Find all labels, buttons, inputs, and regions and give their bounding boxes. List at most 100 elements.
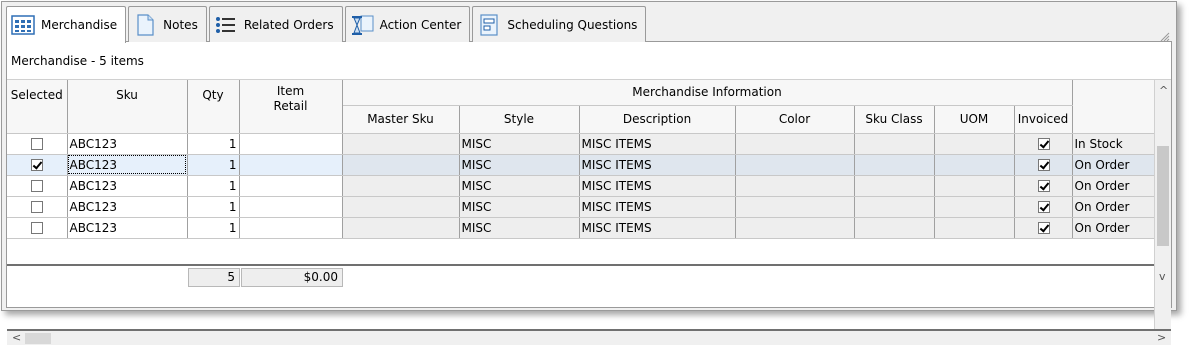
cell-sku[interactable]: ABC123 — [67, 133, 188, 155]
cell-sku[interactable]: ABC123 — [67, 154, 188, 176]
merchandise-panel: Merchandise - 5 items Selected Sku Qty I… — [6, 42, 1172, 345]
table-row[interactable]: ABC123 1 MISC MISC ITEMS On Order — [7, 196, 1155, 218]
tab-merchandise[interactable]: Merchandise — [6, 6, 127, 43]
resize-grip-icon — [1160, 32, 1170, 42]
cell-qty[interactable]: 1 — [187, 154, 240, 176]
cell-style: MISC — [459, 196, 580, 218]
scroll-down-icon[interactable]: v — [1159, 270, 1166, 283]
invoiced-checkbox — [1037, 180, 1050, 192]
cell-master-sku — [342, 133, 460, 155]
cell-sku[interactable]: ABC123 — [67, 175, 188, 197]
hourglass-icon — [350, 13, 374, 37]
vertical-scroll-thumb[interactable] — [1157, 146, 1169, 246]
selected-checkbox[interactable] — [30, 201, 43, 213]
cell-item-retail[interactable] — [239, 175, 343, 197]
cell-sku-class — [854, 196, 935, 218]
cell-uom — [934, 133, 1015, 155]
total-item-retail: $0.00 — [241, 268, 343, 287]
cell-master-sku — [342, 154, 460, 176]
form-icon — [477, 13, 501, 37]
cell-sku[interactable]: ABC123 — [67, 217, 188, 239]
cell-invoiced — [1014, 154, 1073, 176]
horizontal-scrollbar[interactable]: < > — [7, 329, 1171, 345]
selected-checkbox[interactable] — [30, 222, 43, 234]
empty-cell — [67, 238, 187, 252]
empty-cell — [934, 238, 1014, 252]
invoiced-checkbox — [1037, 159, 1050, 171]
cell-selected[interactable] — [7, 175, 68, 197]
tab-notes[interactable]: Notes — [128, 6, 207, 42]
cell-status: On Order — [1072, 175, 1155, 197]
cell-qty[interactable]: 1 — [187, 196, 240, 218]
col-header-color[interactable]: Color — [735, 105, 855, 134]
scroll-up-icon[interactable]: ^ — [1159, 84, 1168, 97]
cell-color — [735, 133, 855, 155]
panel-title: Merchandise - 5 items — [11, 54, 144, 68]
cell-qty[interactable]: 1 — [187, 175, 240, 197]
cell-status: In Stock — [1072, 133, 1155, 155]
table-row[interactable]: ABC123 1 MISC MISC ITEMS On Order — [7, 154, 1155, 176]
tab-label: Related Orders — [243, 17, 334, 32]
horizontal-scroll-thumb[interactable] — [25, 333, 51, 344]
col-header-sku[interactable]: Sku — [67, 80, 188, 134]
cell-qty[interactable]: 1 — [187, 133, 240, 155]
selected-checkbox[interactable] — [30, 159, 43, 171]
table-row[interactable]: ABC123 1 MISC MISC ITEMS In Stock — [7, 133, 1155, 155]
cell-master-sku — [342, 196, 460, 218]
cell-sku[interactable]: ABC123 — [67, 196, 188, 218]
cell-sku-class — [854, 133, 935, 155]
col-header-sku-class[interactable]: Sku Class — [854, 105, 935, 134]
cell-uom — [934, 217, 1015, 239]
cell-description: MISC ITEMS — [579, 175, 736, 197]
cell-invoiced — [1014, 133, 1073, 155]
cell-item-retail[interactable] — [239, 196, 343, 218]
cell-item-retail[interactable] — [239, 217, 343, 239]
cell-selected[interactable] — [7, 217, 68, 239]
scroll-right-icon[interactable]: > — [1157, 331, 1166, 344]
scroll-left-icon[interactable]: < — [12, 331, 21, 344]
cell-master-sku — [342, 217, 460, 239]
list-icon — [214, 13, 238, 37]
table-row[interactable]: ABC123 1 MISC MISC ITEMS On Order — [7, 175, 1155, 197]
cell-selected[interactable] — [7, 133, 68, 155]
merchandise-grid: Selected Sku Qty Item Retail Merchandise… — [7, 79, 1171, 345]
cell-description: MISC ITEMS — [579, 217, 736, 239]
col-header-invoiced[interactable]: Invoiced — [1014, 105, 1073, 134]
cell-color — [735, 175, 855, 197]
col-header-master-sku[interactable]: Master Sku — [342, 105, 460, 134]
col-header-uom[interactable]: UOM — [934, 105, 1015, 134]
cell-invoiced — [1014, 196, 1073, 218]
tab-scheduling-questions[interactable]: Scheduling Questions — [472, 6, 647, 42]
col-header-selected[interactable]: Selected — [7, 80, 68, 134]
col-header-description[interactable]: Description — [579, 105, 736, 134]
cell-invoiced — [1014, 217, 1073, 239]
empty-cell — [239, 238, 342, 252]
note-icon — [133, 13, 157, 37]
cell-style: MISC — [459, 133, 580, 155]
cell-qty[interactable]: 1 — [187, 217, 240, 239]
vertical-scrollbar[interactable]: ^ v — [1154, 80, 1171, 329]
tab-action-center[interactable]: Action Center — [344, 6, 471, 42]
col-header-item-retail[interactable]: Item Retail — [239, 80, 343, 134]
selected-checkbox[interactable] — [30, 180, 43, 192]
cell-selected[interactable] — [7, 154, 68, 176]
table-row[interactable]: ABC123 1 MISC MISC ITEMS On Order — [7, 217, 1155, 239]
cell-item-retail[interactable] — [239, 133, 343, 155]
cell-item-retail[interactable] — [239, 154, 343, 176]
empty-cell — [342, 238, 459, 252]
totals-row: 5 $0.00 — [7, 264, 1171, 287]
grid-body: ABC123 1 MISC MISC ITEMS In Stock ABC123 1 MISC… — [7, 133, 1155, 252]
tab-related-orders[interactable]: Related Orders — [208, 6, 343, 42]
selected-checkbox[interactable] — [30, 138, 43, 150]
cell-selected[interactable] — [7, 196, 68, 218]
invoiced-checkbox — [1037, 201, 1050, 213]
tab-label: Scheduling Questions — [507, 17, 638, 32]
empty-cell — [459, 238, 579, 252]
cell-color — [735, 217, 855, 239]
cell-invoiced — [1014, 175, 1073, 197]
cell-status: On Order — [1072, 196, 1155, 218]
tab-label: Merchandise — [41, 18, 118, 32]
col-header-style[interactable]: Style — [459, 105, 580, 134]
cell-style: MISC — [459, 154, 580, 176]
col-header-qty[interactable]: Qty — [187, 80, 240, 134]
